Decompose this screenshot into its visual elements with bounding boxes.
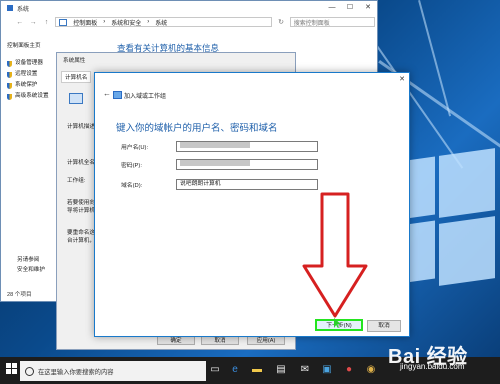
domain-input[interactable]: 说吧朗朗计算机 [176,178,318,190]
security-maintenance-link[interactable]: 安全和维护 [17,265,45,275]
minimize-button[interactable]: — [323,1,341,15]
mail-icon[interactable]: ✉ [298,363,312,377]
refresh-icon[interactable]: ↻ [276,18,285,26]
red-down-arrow-annotation [302,192,368,318]
breadcrumb-item[interactable]: 系统和安全 [111,18,141,27]
up-arrow-icon[interactable]: ↑ [42,19,51,26]
taskbar-search-text: 在这里输入你要搜索的内容 [38,368,114,376]
explorer-icon[interactable]: ▬ [250,363,264,377]
tab-computer-name[interactable]: 计算机名 [61,71,92,83]
username-input[interactable] [176,140,318,152]
close-button[interactable]: ✕ [359,1,377,15]
username-label: 用户名(U): [121,144,149,151]
dialog-heading: 键入你的域帐户的用户名、密码和域名 [116,123,278,134]
left-nav: 控制面板主页 设备管理器 远程设置 系统保护 高级系统设置 [7,41,59,102]
domain-label: 域名(D): [121,182,143,189]
domain-row: 域名(D): 说吧朗朗计算机 [121,178,351,190]
maximize-button[interactable]: ☐ [341,1,359,15]
back-arrow-button[interactable]: ← [103,89,111,98]
task-view-icon[interactable]: ▭ [208,363,222,377]
search-placeholder: 搜索控制面板 [293,20,330,27]
shield-icon [7,82,12,89]
system-window-title: 系统 [17,6,30,13]
computer-icon [69,93,83,104]
nav-item-system-protection[interactable]: 系统保护 [7,80,59,91]
status-bar: 28 个项目 [7,292,32,298]
system-titlebar: 系统 — ☐ ✕ [1,1,377,15]
shield-icon [7,93,12,100]
search-control-panel-input[interactable]: 搜索控制面板 [289,17,376,27]
nav-item-remote-settings[interactable]: 远程设置 [7,69,59,80]
shield-icon [7,60,12,67]
baidu-watermark-url: jingyan.baidu.com [400,362,465,371]
network-id-hint: 若要使用向导将计算机加入域或工作组，请单击“网络 ID”。 [67,200,95,214]
see-also-heading: 另请参阅 [17,257,40,263]
see-also-section: 另请参阅 安全和维护 [17,255,45,275]
monitor-icon [59,18,68,26]
redaction-block [180,159,250,166]
control-panel-home-link[interactable]: 控制面板主页 [7,41,59,52]
photos-icon[interactable]: ▣ [320,363,334,377]
search-circle-icon [25,366,34,376]
taskbar-search-box[interactable]: 在这里输入你要搜索的内容 [20,361,206,381]
forward-arrow-icon[interactable]: → [28,19,37,26]
store-icon[interactable]: ▤ [274,363,288,377]
network-icon [113,91,122,99]
breadcrumb[interactable]: 控制面板 › 系统和安全 › 系统 [55,17,273,27]
dialog-cancel-button[interactable]: 取消 [367,320,401,332]
password-row: 密码(P): [121,158,351,170]
windows-start-icon[interactable] [4,363,18,377]
computer-description-label: 计算机描述 [67,124,95,130]
dialog-title: 加入域或工作组 [124,94,167,100]
password-input[interactable] [176,158,318,170]
breadcrumb-item[interactable]: 控制面板 [73,18,97,27]
rename-hint: 要重命名这台计算机，或者更改其域或工作组，请单击“更改”。 [67,230,95,244]
system-properties-title: 系统属性 [63,58,86,64]
nav-item-advanced-settings[interactable]: 高级系统设置 [7,91,59,102]
system-window-icon [7,5,13,11]
chrome-icon[interactable]: ◉ [364,363,378,377]
full-computer-name-label: 计算机全名 [67,160,95,166]
redaction-block [180,141,250,148]
password-label: 密码(P): [121,162,142,169]
edge-icon[interactable]: e [228,363,242,377]
nav-item-device-manager[interactable]: 设备管理器 [7,58,59,69]
workgroup-label: 工作组: [67,178,86,184]
back-arrow-icon[interactable]: ← [15,19,24,26]
username-row: 用户名(U): [121,140,351,152]
address-bar-row: ← → ↑ 控制面板 › 系统和安全 › 系统 ↻ 搜索控制面板 [15,15,376,29]
shield-icon [7,71,12,78]
media-icon[interactable]: ● [342,363,356,377]
dialog-close-button[interactable]: ✕ [399,75,405,83]
breadcrumb-item[interactable]: 系统 [155,18,167,27]
